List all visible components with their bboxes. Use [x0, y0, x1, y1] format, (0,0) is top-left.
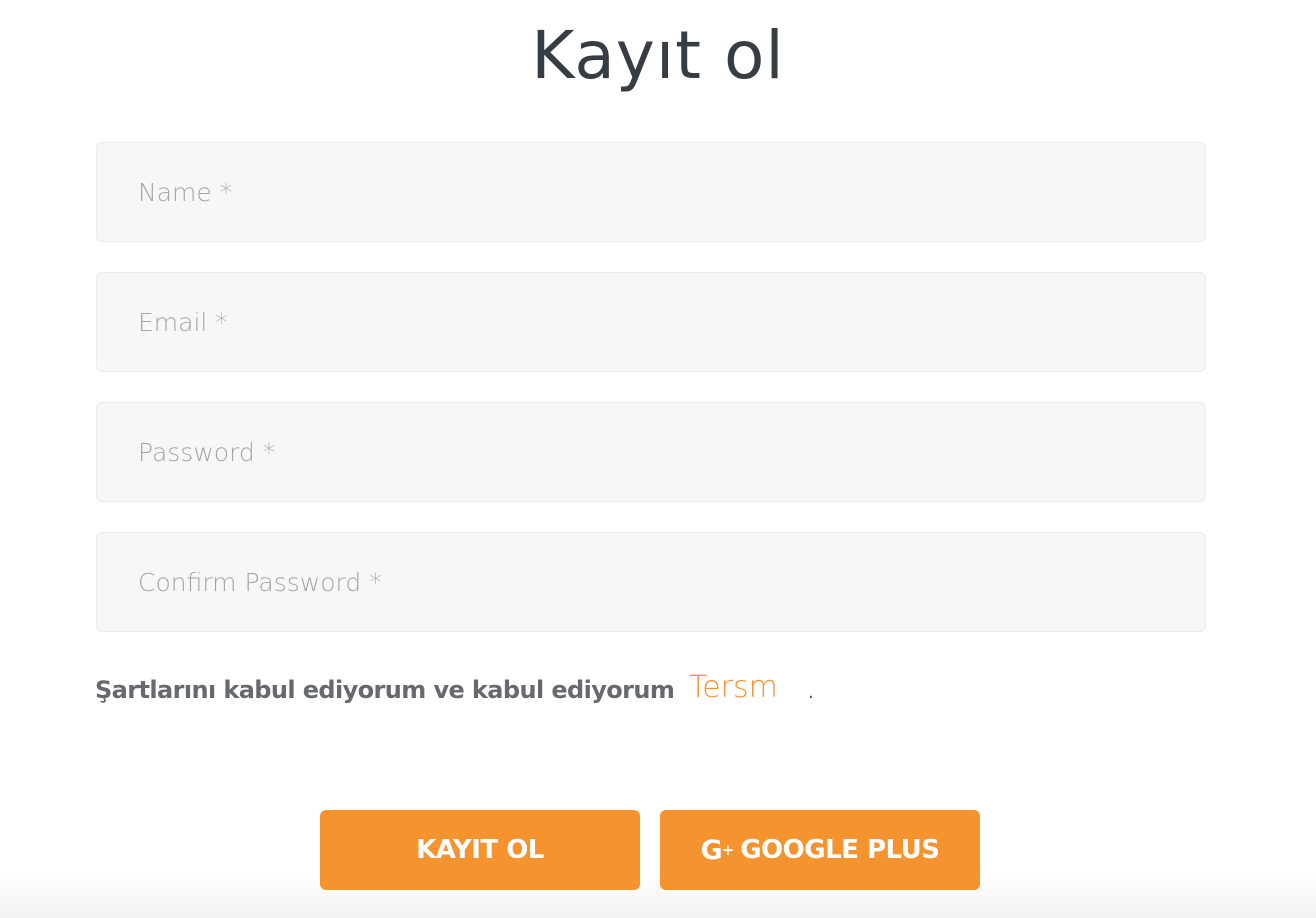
- google-plus-icon: G+: [700, 834, 734, 866]
- email-input[interactable]: [97, 273, 1205, 371]
- page-title: Kayıt ol: [531, 17, 785, 94]
- confirm-password-input[interactable]: [97, 533, 1205, 631]
- name-field-wrapper: [96, 142, 1206, 242]
- confirm-password-field-wrapper: [96, 532, 1206, 632]
- password-input[interactable]: [97, 403, 1205, 501]
- terms-text: Şartlarını kabul ediyorum ve kabul ediyo…: [95, 676, 675, 704]
- google-plus-button-label: GOOGLE PLUS: [740, 835, 940, 865]
- email-field-wrapper: [96, 272, 1206, 372]
- terms-link[interactable]: Tersm: [689, 670, 778, 705]
- terms-row: Şartlarını kabul ediyorum ve kabul ediyo…: [95, 670, 995, 714]
- register-button[interactable]: KAYIT OL: [320, 810, 640, 890]
- name-input[interactable]: [97, 143, 1205, 241]
- register-button-label: KAYIT OL: [416, 835, 544, 865]
- google-plus-button[interactable]: G+ GOOGLE PLUS: [660, 810, 980, 890]
- terms-period: .: [808, 682, 814, 703]
- password-field-wrapper: [96, 402, 1206, 502]
